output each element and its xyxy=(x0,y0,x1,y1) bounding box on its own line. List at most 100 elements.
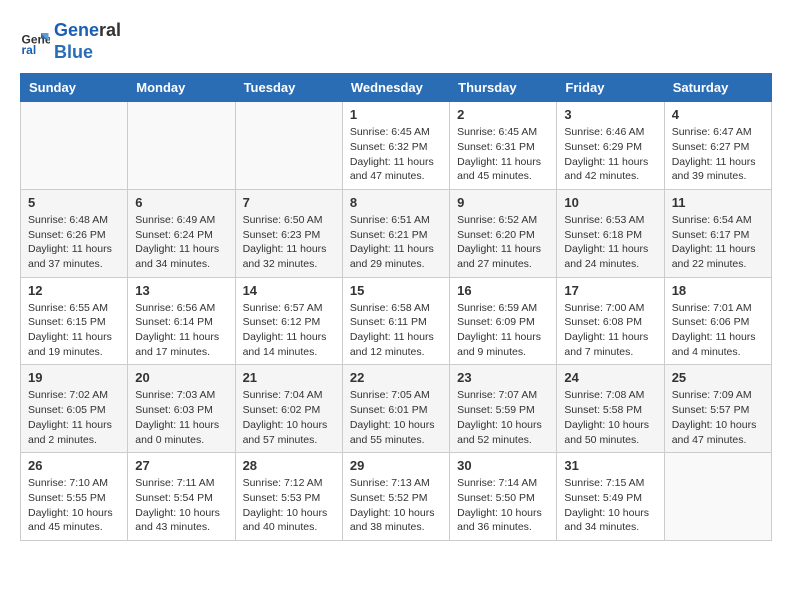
logo-text: General Blue xyxy=(54,20,121,63)
calendar-cell: 7 Sunrise: 6:50 AM Sunset: 6:23 PM Daylig… xyxy=(235,189,342,277)
day-info: Sunrise: 7:08 AM Sunset: 5:58 PM Dayligh… xyxy=(564,388,656,447)
day-info: Sunrise: 7:00 AM Sunset: 6:08 PM Dayligh… xyxy=(564,301,656,360)
day-number: 21 xyxy=(243,370,335,385)
calendar-cell: 20 Sunrise: 7:03 AM Sunset: 6:03 PM Dayli… xyxy=(128,365,235,453)
calendar-cell: 14 Sunrise: 6:57 AM Sunset: 6:12 PM Dayli… xyxy=(235,277,342,365)
day-info: Sunrise: 7:11 AM Sunset: 5:54 PM Dayligh… xyxy=(135,476,227,535)
calendar-cell: 23Sunrise: 7:07 AM Sunset: 5:59 PM Dayli… xyxy=(450,365,557,453)
day-info: Sunrise: 6:55 AM Sunset: 6:15 PM Dayligh… xyxy=(28,301,120,360)
day-number: 18 xyxy=(672,283,764,298)
calendar-cell: 6 Sunrise: 6:49 AM Sunset: 6:24 PM Daylig… xyxy=(128,189,235,277)
day-info: Sunrise: 6:49 AM Sunset: 6:24 PM Dayligh… xyxy=(135,213,227,272)
calendar-cell: 11Sunrise: 6:54 AM Sunset: 6:17 PM Dayli… xyxy=(664,189,771,277)
calendar-cell: 27 Sunrise: 7:11 AM Sunset: 5:54 PM Dayli… xyxy=(128,453,235,541)
calendar-cell xyxy=(128,102,235,190)
day-info: Sunrise: 7:02 AM Sunset: 6:05 PM Dayligh… xyxy=(28,388,120,447)
svg-text:ral: ral xyxy=(22,43,37,57)
calendar-cell: 28 Sunrise: 7:12 AM Sunset: 5:53 PM Dayli… xyxy=(235,453,342,541)
day-number: 28 xyxy=(243,458,335,473)
day-info: Sunrise: 6:58 AM Sunset: 6:11 PM Dayligh… xyxy=(350,301,442,360)
weekday-header-cell: Tuesday xyxy=(235,74,342,102)
weekday-header-cell: Saturday xyxy=(664,74,771,102)
day-number: 26 xyxy=(28,458,120,473)
day-info: Sunrise: 7:05 AM Sunset: 6:01 PM Dayligh… xyxy=(350,388,442,447)
weekday-header-cell: Sunday xyxy=(21,74,128,102)
day-number: 2 xyxy=(457,107,549,122)
day-info: Sunrise: 7:12 AM Sunset: 5:53 PM Dayligh… xyxy=(243,476,335,535)
day-number: 25 xyxy=(672,370,764,385)
calendar-cell: 19 Sunrise: 7:02 AM Sunset: 6:05 PM Dayli… xyxy=(21,365,128,453)
calendar-body: 1 Sunrise: 6:45 AM Sunset: 6:32 PM Daylig… xyxy=(21,102,772,541)
calendar-container: Gene ral General Blue SundayMondayTuesda… xyxy=(0,0,792,551)
calendar-cell: 31 Sunrise: 7:15 AM Sunset: 5:49 PM Dayli… xyxy=(557,453,664,541)
calendar-week-row: 19 Sunrise: 7:02 AM Sunset: 6:05 PM Dayli… xyxy=(21,365,772,453)
weekday-header-cell: Wednesday xyxy=(342,74,449,102)
day-number: 20 xyxy=(135,370,227,385)
day-number: 10 xyxy=(564,195,656,210)
calendar-cell: 22Sunrise: 7:05 AM Sunset: 6:01 PM Dayli… xyxy=(342,365,449,453)
day-info: Sunrise: 6:45 AM Sunset: 6:31 PM Dayligh… xyxy=(457,125,549,184)
logo: Gene ral General Blue xyxy=(20,20,121,63)
day-info: Sunrise: 7:14 AM Sunset: 5:50 PM Dayligh… xyxy=(457,476,549,535)
calendar-week-row: 1 Sunrise: 6:45 AM Sunset: 6:32 PM Daylig… xyxy=(21,102,772,190)
day-number: 4 xyxy=(672,107,764,122)
day-info: Sunrise: 6:47 AM Sunset: 6:27 PM Dayligh… xyxy=(672,125,764,184)
header: Gene ral General Blue xyxy=(20,20,772,63)
day-number: 31 xyxy=(564,458,656,473)
day-number: 11 xyxy=(672,195,764,210)
day-number: 13 xyxy=(135,283,227,298)
day-info: Sunrise: 6:50 AM Sunset: 6:23 PM Dayligh… xyxy=(243,213,335,272)
day-number: 8 xyxy=(350,195,442,210)
weekday-header-cell: Thursday xyxy=(450,74,557,102)
day-info: Sunrise: 6:59 AM Sunset: 6:09 PM Dayligh… xyxy=(457,301,549,360)
calendar-week-row: 26 Sunrise: 7:10 AM Sunset: 5:55 PM Dayli… xyxy=(21,453,772,541)
calendar-cell xyxy=(664,453,771,541)
calendar-cell: 29Sunrise: 7:13 AM Sunset: 5:52 PM Dayli… xyxy=(342,453,449,541)
calendar-cell xyxy=(21,102,128,190)
day-number: 16 xyxy=(457,283,549,298)
calendar-cell: 12Sunrise: 6:55 AM Sunset: 6:15 PM Dayli… xyxy=(21,277,128,365)
logo-icon: Gene ral xyxy=(20,27,50,57)
day-number: 9 xyxy=(457,195,549,210)
day-number: 30 xyxy=(457,458,549,473)
day-info: Sunrise: 7:09 AM Sunset: 5:57 PM Dayligh… xyxy=(672,388,764,447)
weekday-header-cell: Friday xyxy=(557,74,664,102)
day-number: 17 xyxy=(564,283,656,298)
day-info: Sunrise: 7:01 AM Sunset: 6:06 PM Dayligh… xyxy=(672,301,764,360)
day-info: Sunrise: 7:15 AM Sunset: 5:49 PM Dayligh… xyxy=(564,476,656,535)
day-number: 14 xyxy=(243,283,335,298)
day-number: 27 xyxy=(135,458,227,473)
day-info: Sunrise: 6:51 AM Sunset: 6:21 PM Dayligh… xyxy=(350,213,442,272)
calendar-cell: 25 Sunrise: 7:09 AM Sunset: 5:57 PM Dayli… xyxy=(664,365,771,453)
day-number: 24 xyxy=(564,370,656,385)
day-number: 5 xyxy=(28,195,120,210)
day-number: 7 xyxy=(243,195,335,210)
weekday-header-row: SundayMondayTuesdayWednesdayThursdayFrid… xyxy=(21,74,772,102)
day-number: 3 xyxy=(564,107,656,122)
calendar-cell: 21 Sunrise: 7:04 AM Sunset: 6:02 PM Dayli… xyxy=(235,365,342,453)
day-info: Sunrise: 7:03 AM Sunset: 6:03 PM Dayligh… xyxy=(135,388,227,447)
day-number: 6 xyxy=(135,195,227,210)
day-info: Sunrise: 6:46 AM Sunset: 6:29 PM Dayligh… xyxy=(564,125,656,184)
day-info: Sunrise: 6:48 AM Sunset: 6:26 PM Dayligh… xyxy=(28,213,120,272)
day-number: 15 xyxy=(350,283,442,298)
day-number: 29 xyxy=(350,458,442,473)
day-number: 19 xyxy=(28,370,120,385)
calendar-table: SundayMondayTuesdayWednesdayThursdayFrid… xyxy=(20,73,772,541)
weekday-header-cell: Monday xyxy=(128,74,235,102)
day-info: Sunrise: 7:04 AM Sunset: 6:02 PM Dayligh… xyxy=(243,388,335,447)
calendar-cell: 10Sunrise: 6:53 AM Sunset: 6:18 PM Dayli… xyxy=(557,189,664,277)
calendar-cell: 8 Sunrise: 6:51 AM Sunset: 6:21 PM Daylig… xyxy=(342,189,449,277)
day-info: Sunrise: 6:57 AM Sunset: 6:12 PM Dayligh… xyxy=(243,301,335,360)
calendar-cell: 1 Sunrise: 6:45 AM Sunset: 6:32 PM Daylig… xyxy=(342,102,449,190)
day-number: 1 xyxy=(350,107,442,122)
calendar-cell: 24 Sunrise: 7:08 AM Sunset: 5:58 PM Dayli… xyxy=(557,365,664,453)
day-info: Sunrise: 6:52 AM Sunset: 6:20 PM Dayligh… xyxy=(457,213,549,272)
calendar-cell: 17 Sunrise: 7:00 AM Sunset: 6:08 PM Dayli… xyxy=(557,277,664,365)
calendar-cell: 18 Sunrise: 7:01 AM Sunset: 6:06 PM Dayli… xyxy=(664,277,771,365)
calendar-cell: 4 Sunrise: 6:47 AM Sunset: 6:27 PM Daylig… xyxy=(664,102,771,190)
calendar-cell: 26 Sunrise: 7:10 AM Sunset: 5:55 PM Dayli… xyxy=(21,453,128,541)
day-info: Sunrise: 7:10 AM Sunset: 5:55 PM Dayligh… xyxy=(28,476,120,535)
calendar-cell: 13Sunrise: 6:56 AM Sunset: 6:14 PM Dayli… xyxy=(128,277,235,365)
day-info: Sunrise: 6:45 AM Sunset: 6:32 PM Dayligh… xyxy=(350,125,442,184)
